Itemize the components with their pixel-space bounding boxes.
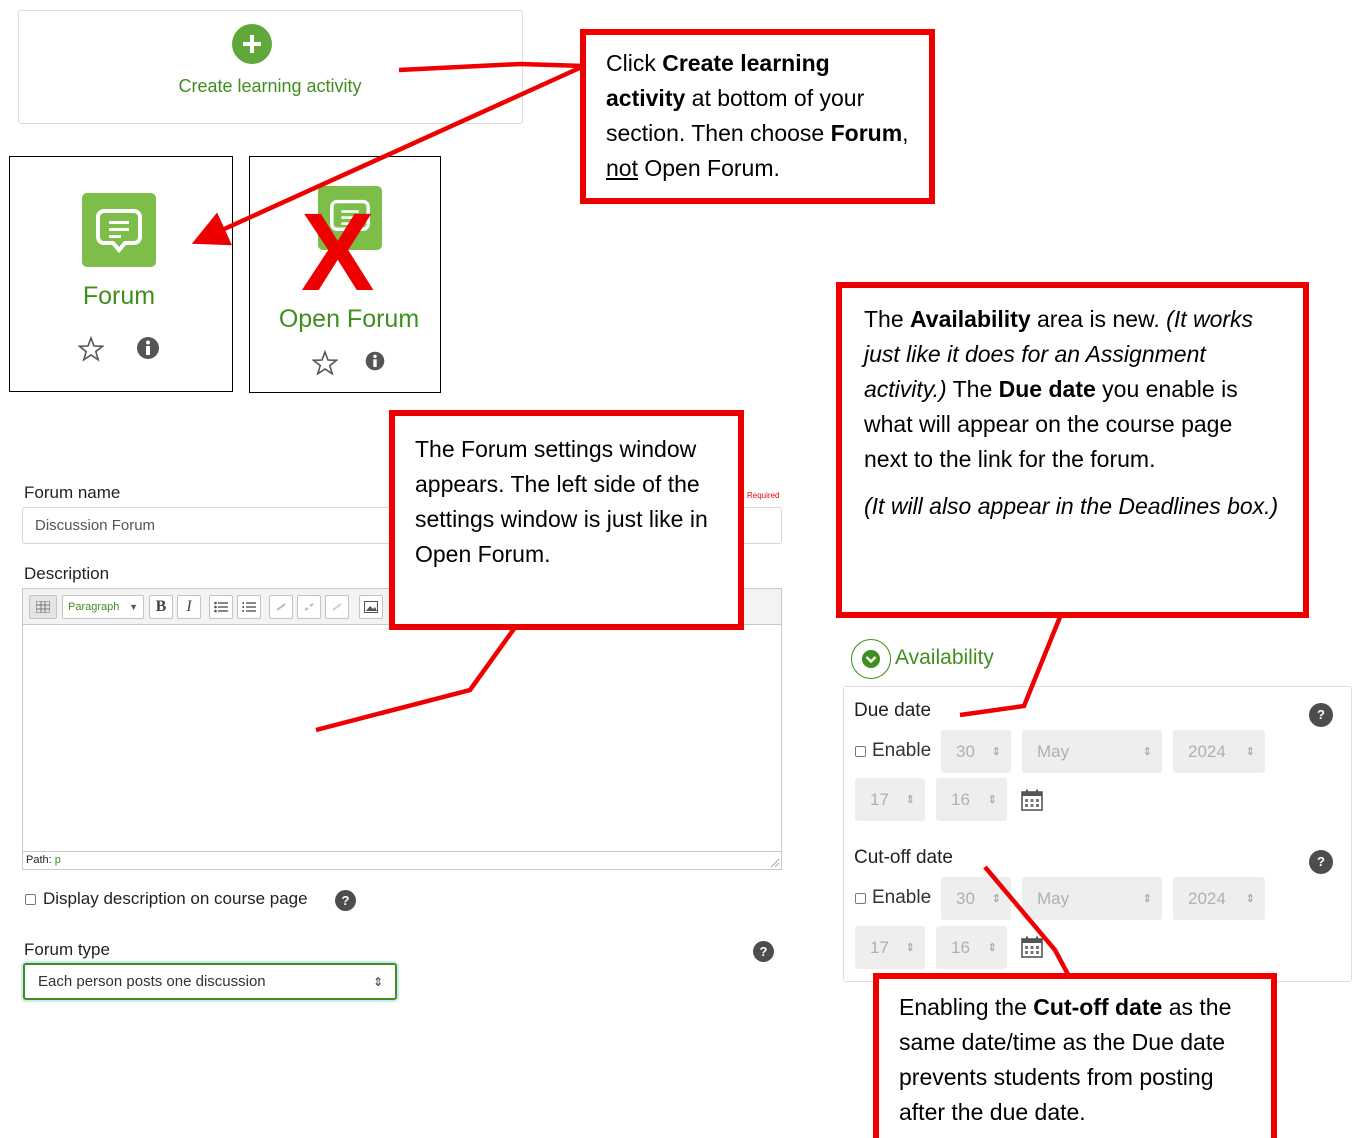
callout-italic-text: (It will also appear in the Deadlines bo… bbox=[864, 493, 1279, 519]
callout-text: Click bbox=[606, 50, 663, 76]
callout-text: The bbox=[864, 306, 911, 332]
callout-bold-text: Availability bbox=[910, 306, 1031, 332]
callout-bold-text: Cut-off date bbox=[1033, 994, 1163, 1020]
callout-forum-settings: The Forum settings window appears. The l… bbox=[389, 410, 744, 630]
callout-pointer-arrow bbox=[191, 63, 585, 246]
callout-underlined-text: not bbox=[606, 155, 638, 181]
callout-bold-text: Forum bbox=[830, 120, 903, 146]
callout-availability: The Availability area is new. (It works … bbox=[836, 282, 1309, 618]
callout-create-activity: Click Create learning activity at bottom… bbox=[580, 29, 935, 204]
callout-text: Enabling the bbox=[899, 994, 1034, 1020]
callout-text: , bbox=[902, 120, 909, 146]
callout-paragraph: (It will also appear in the Deadlines bo… bbox=[864, 489, 1281, 524]
callout-text: area is new. bbox=[1030, 306, 1167, 332]
callout-bold-text: Due date bbox=[998, 376, 1096, 402]
callout-text: The bbox=[946, 376, 999, 402]
callout-text: The Forum settings window appears. The l… bbox=[415, 436, 708, 567]
callout-pointer-line bbox=[315, 624, 518, 733]
callout-cutoff-date: Enabling the Cut-off date as the same da… bbox=[873, 973, 1277, 1138]
callout-pointer-line bbox=[398, 61, 585, 73]
callout-pointer-line bbox=[983, 865, 1072, 980]
callout-text: Open Forum. bbox=[637, 155, 780, 181]
callout-pointer-line bbox=[959, 611, 1065, 718]
callout-paragraph: The Availability area is new. (It works … bbox=[864, 302, 1281, 477]
